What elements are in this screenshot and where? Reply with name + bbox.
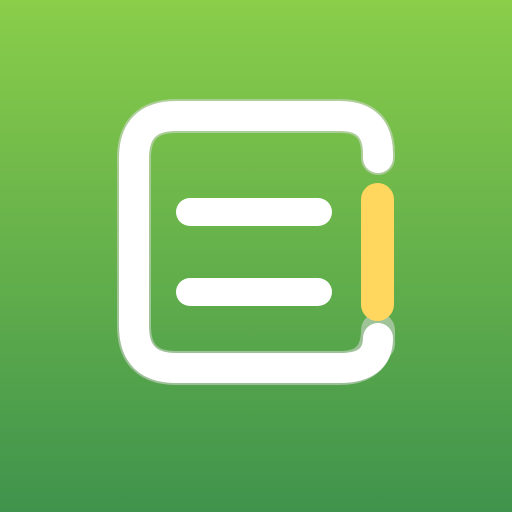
app-icon (0, 0, 512, 512)
icon-background (0, 0, 512, 512)
accent-bar (361, 183, 394, 321)
note-document-icon (0, 0, 512, 512)
